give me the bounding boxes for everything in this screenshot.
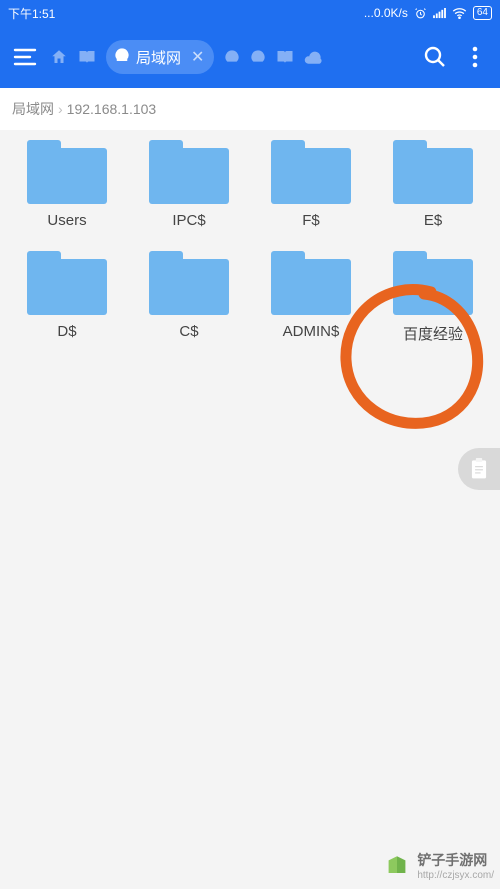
folder-label: D$ (57, 323, 76, 340)
lan-ghost-icon-2[interactable] (250, 49, 266, 65)
more-button[interactable] (458, 40, 492, 74)
folder-label: Users (47, 212, 86, 229)
folder-label: ADMIN$ (283, 323, 340, 340)
folder-label: 百度经验 (403, 323, 463, 344)
watermark-title: 铲子手游网 (417, 852, 487, 868)
folder-baidu[interactable]: 百度经验 (372, 251, 494, 344)
tab-lan[interactable]: 局域网 ✕ (106, 40, 214, 74)
home-icon[interactable] (50, 48, 68, 66)
watermark: 铲子手游网 http://czjsyx.com/ (383, 850, 494, 881)
alarm-icon (414, 7, 427, 20)
breadcrumb: 局域网 › 192.168.1.103 (0, 88, 500, 130)
book-ghost-icon[interactable] (276, 49, 294, 65)
app-bar: 局域网 ✕ (0, 26, 500, 88)
folder-icon (393, 140, 473, 204)
lan-ghost-icon[interactable] (224, 49, 240, 65)
tab-lan-label: 局域网 (136, 47, 181, 68)
cloud-icon[interactable] (304, 50, 322, 64)
clipboard-fab[interactable] (458, 448, 500, 490)
chevron-right-icon: › (58, 101, 63, 117)
folder-label: IPC$ (172, 212, 205, 229)
watermark-logo-icon (383, 852, 411, 880)
breadcrumb-path[interactable]: 192.168.1.103 (67, 101, 157, 117)
lan-icon (114, 47, 130, 68)
folder-icon (271, 251, 351, 315)
folder-icon (271, 140, 351, 204)
status-time: 下午1:51 (8, 5, 55, 22)
menu-button[interactable] (8, 40, 42, 74)
status-bar: 下午1:51 ...0.0K/s 64 (0, 0, 500, 26)
folder-f[interactable]: F$ (250, 140, 372, 229)
book-icon[interactable] (78, 49, 96, 65)
wifi-icon (452, 7, 467, 19)
folder-c[interactable]: C$ (128, 251, 250, 344)
folder-grid: Users IPC$ F$ E$ D$ C$ ADMIN$ 百度经验 (6, 140, 494, 344)
folder-icon (27, 251, 107, 315)
folder-icon (149, 251, 229, 315)
folder-admin[interactable]: ADMIN$ (250, 251, 372, 344)
folder-label: F$ (302, 212, 320, 229)
folder-d[interactable]: D$ (6, 251, 128, 344)
status-net-speed: ...0.0K/s (364, 6, 408, 20)
breadcrumb-root[interactable]: 局域网 (12, 99, 54, 119)
folder-ipc[interactable]: IPC$ (128, 140, 250, 229)
folder-icon (149, 140, 229, 204)
close-icon[interactable]: ✕ (191, 47, 204, 67)
signal-icon (433, 8, 446, 19)
watermark-url: http://czjsyx.com/ (417, 870, 494, 881)
folder-icon (27, 140, 107, 204)
folder-label: C$ (179, 323, 198, 340)
folder-icon (393, 251, 473, 315)
folder-label: E$ (424, 212, 442, 229)
battery-indicator: 64 (473, 6, 492, 20)
folder-users[interactable]: Users (6, 140, 128, 229)
search-button[interactable] (418, 40, 452, 74)
tab-strip: 局域网 ✕ (48, 40, 412, 74)
folder-e[interactable]: E$ (372, 140, 494, 229)
